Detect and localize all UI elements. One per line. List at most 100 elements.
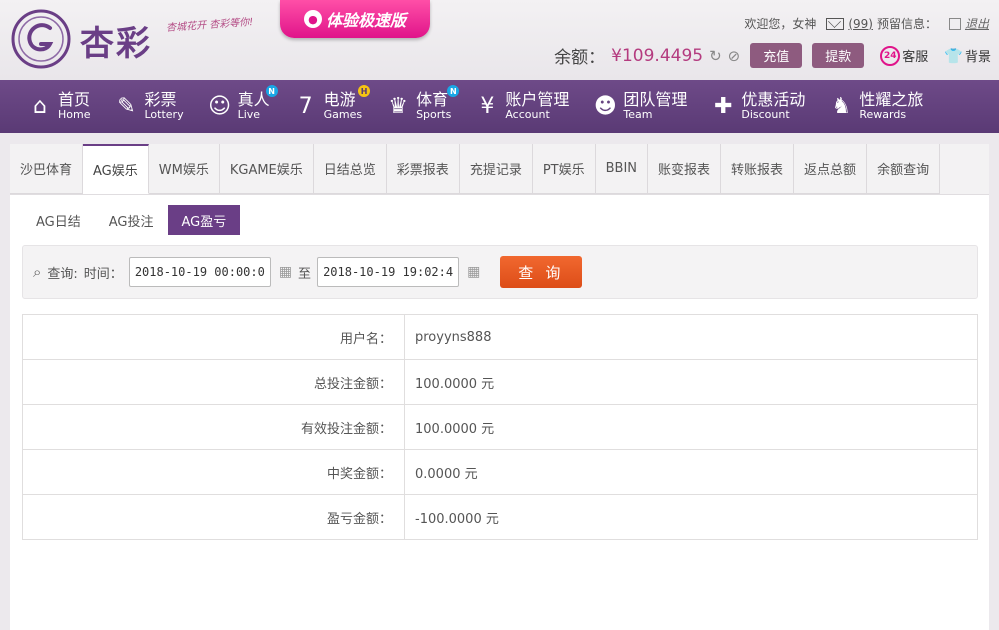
messages-link[interactable]: (99): [848, 17, 873, 31]
shirt-icon: 👕: [944, 46, 963, 65]
nav-item-discount[interactable]: ✚ 优惠活动 Discount: [701, 80, 819, 133]
nav-text: 性耀之旅 Rewards: [859, 90, 924, 122]
start-date-input[interactable]: [128, 257, 271, 287]
hide-eye-icon[interactable]: ⊘: [728, 47, 741, 65]
to-label: 至: [298, 266, 312, 282]
tab-11[interactable]: 返点总额: [794, 144, 868, 194]
trophy-icon: ♛: [388, 94, 408, 119]
brand-logo[interactable]: [10, 8, 72, 70]
slot-icon: 7: [298, 94, 313, 119]
sub-tabs: AG日结 AG投注 AG盈亏: [22, 205, 989, 235]
nav-label-en: Rewards: [859, 108, 907, 122]
report-tabs: 沙巴体育 AG娱乐 WM娱乐 KGAME娱乐 日结总览 彩票报表 充提记录 PT娱乐 BBIN 账…: [10, 144, 989, 195]
nav-item-sports[interactable]: ♛ 体育 Sports N: [376, 80, 465, 133]
brand-name: 杏彩: [80, 24, 152, 64]
balance-label: 余额：: [554, 48, 606, 68]
header: 杏彩 杏城花开 杏彩等你! ● 体验极速版 欢迎您，女神 (99) 预留信息： …: [0, 0, 999, 80]
row-value: 100.0000 元: [404, 404, 978, 450]
nav-text: 彩票 Lottery: [144, 92, 184, 122]
withdraw-button[interactable]: 提款: [812, 43, 865, 68]
user-info: 欢迎您，女神 (99) 预留信息： 退出: [744, 15, 989, 32]
time-label: 时间：: [83, 266, 123, 282]
nav-text: 优惠活动 Discount: [741, 90, 806, 122]
subtab-2[interactable]: AG盈亏: [167, 205, 241, 235]
welcome-text: 欢迎您，女神: [744, 17, 817, 31]
customer-service-button[interactable]: 24 客服: [880, 45, 929, 66]
search-bar: ⌕ 查询: 时间： ▦ 至 ▦ 查 询: [22, 245, 978, 299]
nav-item-live[interactable]: ☺ 真人 Live N: [198, 80, 284, 133]
tab-12[interactable]: 余额查询: [867, 144, 941, 194]
content-panel: 沙巴体育 AG娱乐 WM娱乐 KGAME娱乐 日结总览 彩票报表 充提记录 PT娱乐 BBIN 账…: [10, 144, 989, 630]
table-row: 盈亏金额： -100.0000 元: [22, 494, 978, 540]
rewards-icon: ♞: [831, 94, 852, 119]
nav-label-cn: 真人: [237, 90, 270, 110]
nav-item-home[interactable]: ⌂ 首页 Home: [18, 80, 104, 133]
query-label: 查询:: [47, 266, 78, 282]
nav-item-rewards[interactable]: ♞ 性耀之旅 Rewards: [819, 80, 937, 133]
tab-8[interactable]: BBIN: [595, 144, 649, 194]
logout-link[interactable]: 退出: [965, 15, 989, 32]
service-24-icon: 24: [880, 45, 901, 66]
end-date-input[interactable]: [317, 257, 460, 287]
tab-5[interactable]: 彩票报表: [386, 144, 460, 194]
reserve-info-label: 预留信息：: [876, 17, 937, 31]
mail-icon[interactable]: [826, 17, 845, 30]
row-value: proyyns888: [404, 314, 978, 360]
nav-label-cn: 账户管理: [505, 90, 570, 110]
row-value: 0.0000 元: [404, 449, 978, 495]
edit-icon[interactable]: [948, 17, 961, 30]
tab-7[interactable]: PT娱乐: [532, 144, 596, 194]
nav-label-cn: 优惠活动: [741, 90, 806, 110]
nav-label-cn: 性耀之旅: [859, 90, 924, 110]
tab-10[interactable]: 转账报表: [721, 144, 795, 194]
query-button[interactable]: 查 询: [500, 256, 583, 288]
nav-badge: H: [358, 85, 371, 97]
tab-2[interactable]: WM娱乐: [148, 144, 220, 194]
row-label: 中奖金额：: [22, 449, 405, 495]
deposit-button[interactable]: 充值: [750, 43, 803, 68]
nav-label-cn: 团队管理: [623, 90, 688, 110]
nav-item-games[interactable]: 7 电游 Games H: [284, 80, 376, 133]
nav-text: 真人 Live: [237, 90, 270, 121]
service-label: 客服: [902, 50, 929, 65]
nav-item-lottery[interactable]: ✎ 彩票 Lottery: [104, 80, 197, 133]
nav-label-cn: 首页: [58, 90, 91, 110]
nav-label-en: Discount: [741, 108, 790, 122]
nav-item-team[interactable]: ☻ 团队管理 Team: [583, 80, 701, 133]
promo-button[interactable]: ● 体验极速版: [280, 0, 430, 38]
table-row: 有效投注金额： 100.0000 元: [22, 404, 978, 450]
nav-item-account[interactable]: ¥ 账户管理 Account: [465, 80, 583, 133]
tab-3[interactable]: KGAME娱乐: [219, 144, 314, 194]
nav-badge: N: [447, 85, 460, 97]
nav-label-en: Lottery: [144, 108, 184, 122]
refresh-icon[interactable]: ↻: [709, 47, 722, 65]
balance-value: ¥109.4495: [611, 45, 704, 66]
background-label: 背景: [964, 50, 991, 65]
row-label: 用户名：: [22, 314, 405, 360]
team-icon: ☻: [593, 94, 617, 119]
tab-0[interactable]: 沙巴体育: [10, 144, 84, 194]
nav-text: 体育 Sports: [416, 92, 452, 122]
row-label: 盈亏金额：: [22, 494, 405, 540]
dealer-icon: ☺: [208, 94, 232, 119]
background-button[interactable]: 👕 背景: [944, 46, 991, 66]
balance-row: 余额： ¥109.4495 ↻ ⊘ 充值 提款 24 客服 👕 背景: [554, 43, 991, 68]
yen-icon: ¥: [480, 94, 495, 119]
nav-label-cn: 电游: [323, 90, 356, 110]
subtab-1[interactable]: AG投注: [95, 205, 168, 235]
slogan: 杏城花开 杏彩等你!: [165, 16, 254, 35]
tab-4[interactable]: 日结总览: [313, 144, 387, 194]
promo-label: 体验极速版: [325, 11, 406, 30]
tab-6[interactable]: 充提记录: [459, 144, 533, 194]
table-row: 中奖金额： 0.0000 元: [22, 449, 978, 495]
calendar-icon[interactable]: ▦: [467, 264, 480, 280]
nav-label-en: Sports: [416, 108, 452, 122]
nav-label-en: Team: [623, 108, 653, 122]
nav-label-en: Home: [58, 108, 91, 122]
tab-9[interactable]: 账变报表: [648, 144, 722, 194]
row-label: 总投注金额：: [22, 359, 405, 405]
tab-1[interactable]: AG娱乐: [83, 144, 149, 194]
calendar-icon[interactable]: ▦: [279, 264, 292, 280]
subtab-0[interactable]: AG日结: [22, 205, 95, 235]
home-icon: ⌂: [33, 94, 47, 119]
